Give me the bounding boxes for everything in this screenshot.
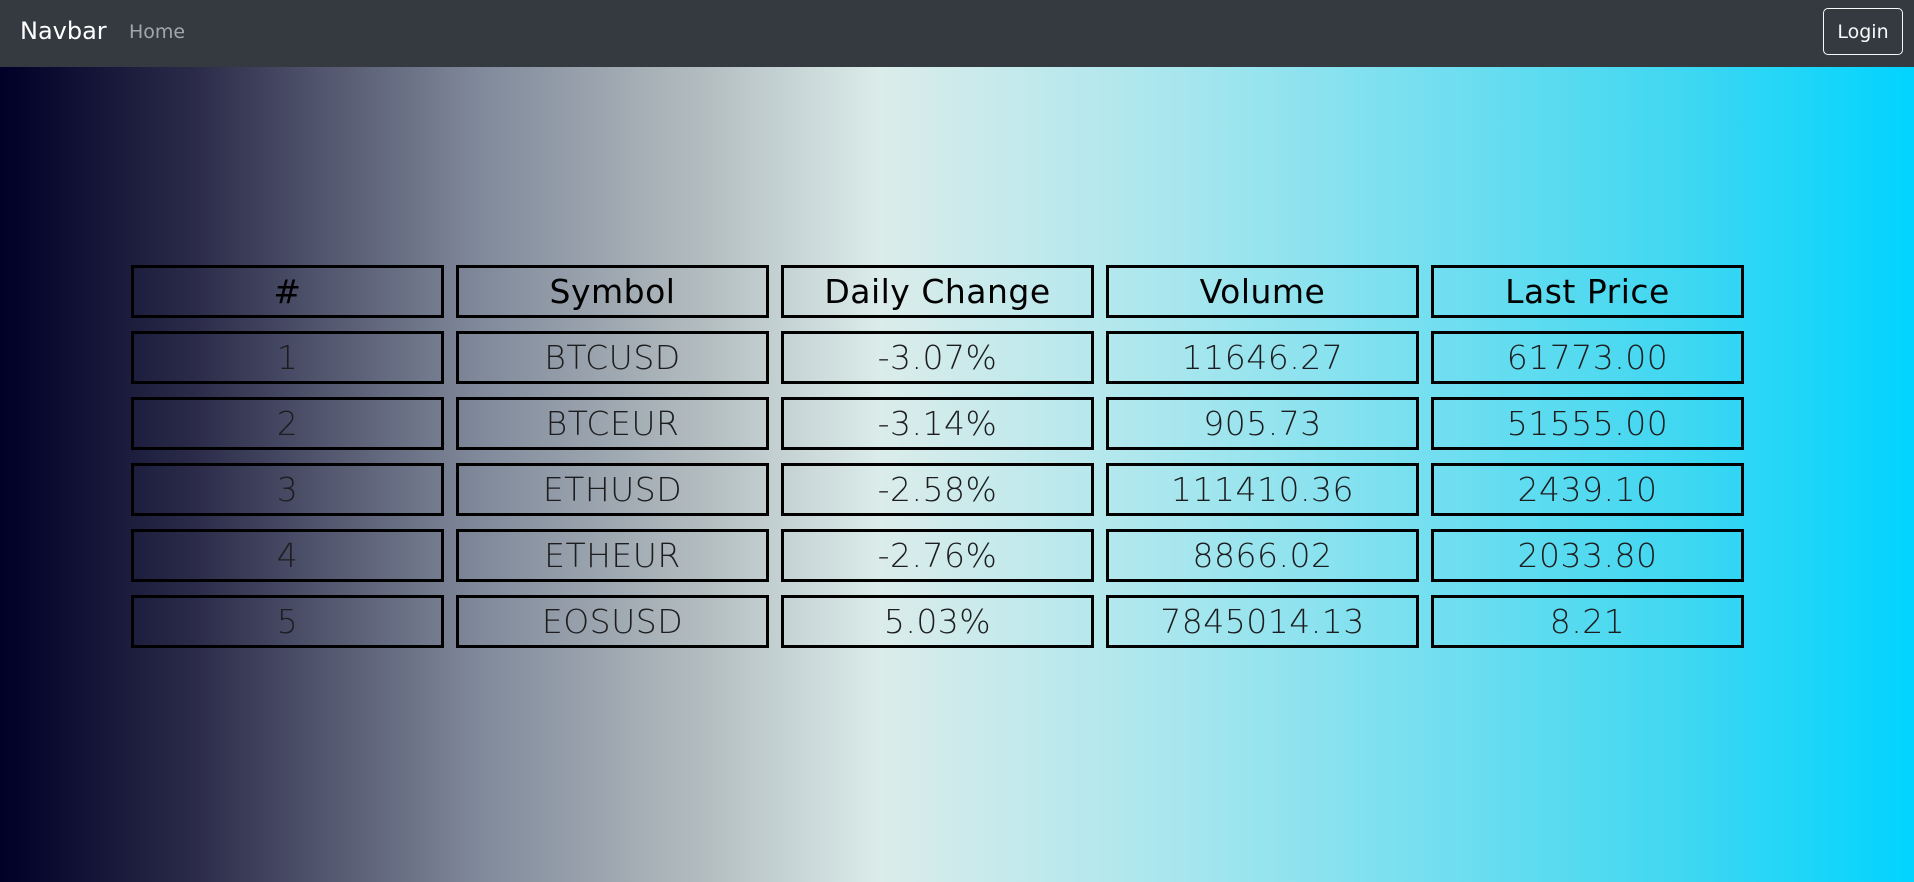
ticker-table: # Symbol Daily Change Volume Last Price …: [131, 265, 1744, 661]
cell-symbol: BTCUSD: [456, 331, 769, 384]
cell-daily-change: 5.03%: [781, 595, 1094, 648]
table-row: 5 EOSUSD 5.03% 7845014.13 8.21: [131, 595, 1744, 648]
cell-last-price: 2439.10: [1431, 463, 1744, 516]
cell-index: 2: [131, 397, 444, 450]
navbar: Navbar Home Login: [0, 0, 1914, 67]
cell-volume: 8866.02: [1106, 529, 1419, 582]
cell-last-price: 8.21: [1431, 595, 1744, 648]
navbar-brand[interactable]: Navbar: [20, 15, 107, 47]
main-content: # Symbol Daily Change Volume Last Price …: [0, 67, 1914, 882]
cell-daily-change: -2.76%: [781, 529, 1094, 582]
column-header-volume: Volume: [1106, 265, 1419, 318]
cell-volume: 905.73: [1106, 397, 1419, 450]
cell-last-price: 51555.00: [1431, 397, 1744, 450]
cell-symbol: EOSUSD: [456, 595, 769, 648]
column-header-symbol: Symbol: [456, 265, 769, 318]
table-header-row: # Symbol Daily Change Volume Last Price: [131, 265, 1744, 318]
cell-daily-change: -3.14%: [781, 397, 1094, 450]
login-button[interactable]: Login: [1823, 8, 1903, 55]
cell-daily-change: -3.07%: [781, 331, 1094, 384]
table-row: 3 ETHUSD -2.58% 111410.36 2439.10: [131, 463, 1744, 516]
cell-daily-change: -2.58%: [781, 463, 1094, 516]
cell-volume: 11646.27: [1106, 331, 1419, 384]
table-row: 1 BTCUSD -3.07% 11646.27 61773.00: [131, 331, 1744, 384]
cell-symbol: ETHUSD: [456, 463, 769, 516]
cell-index: 4: [131, 529, 444, 582]
cell-volume: 111410.36: [1106, 463, 1419, 516]
cell-last-price: 61773.00: [1431, 331, 1744, 384]
table-row: 2 BTCEUR -3.14% 905.73 51555.00: [131, 397, 1744, 450]
column-header-daily-change: Daily Change: [781, 265, 1094, 318]
table-row: 4 ETHEUR -2.76% 8866.02 2033.80: [131, 529, 1744, 582]
cell-symbol: BTCEUR: [456, 397, 769, 450]
cell-index: 5: [131, 595, 444, 648]
column-header-last-price: Last Price: [1431, 265, 1744, 318]
nav-link-home[interactable]: Home: [129, 19, 185, 45]
cell-volume: 7845014.13: [1106, 595, 1419, 648]
column-header-index: #: [131, 265, 444, 318]
cell-index: 1: [131, 331, 444, 384]
cell-symbol: ETHEUR: [456, 529, 769, 582]
cell-last-price: 2033.80: [1431, 529, 1744, 582]
cell-index: 3: [131, 463, 444, 516]
